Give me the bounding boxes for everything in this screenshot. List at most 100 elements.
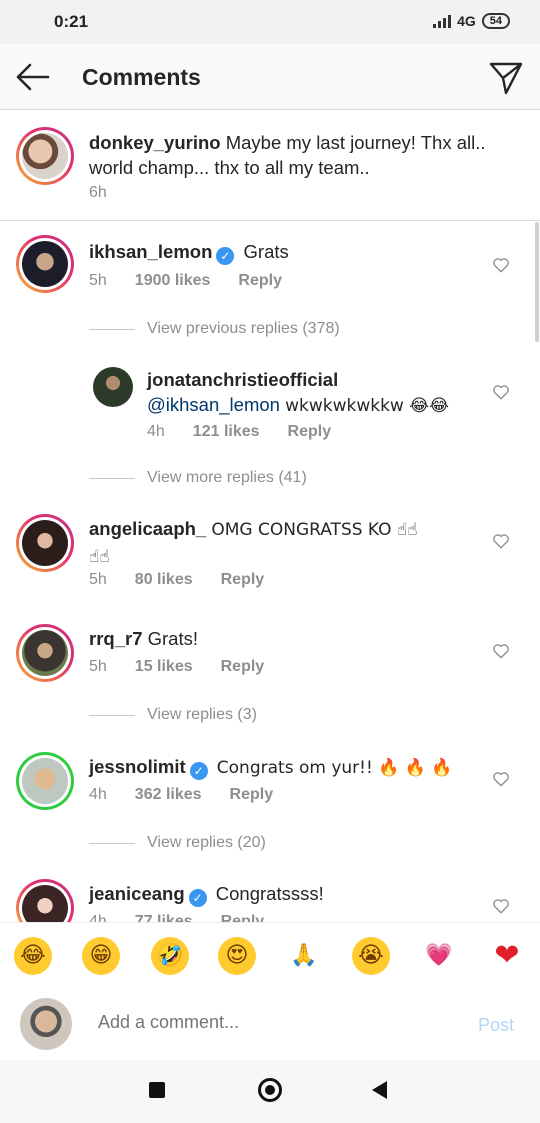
avatar[interactable]	[93, 367, 133, 407]
back-arrow-icon[interactable]	[14, 61, 50, 93]
back-icon[interactable]	[372, 1081, 387, 1099]
reply-button[interactable]: Reply	[288, 423, 332, 441]
comment-body: Grats	[243, 241, 289, 262]
likes-count[interactable]: 121 likes	[193, 423, 260, 441]
reply-button[interactable]: Reply	[221, 658, 265, 676]
comment-username[interactable]: jeaniceang	[89, 883, 185, 904]
status-icons: 4G 54	[433, 13, 510, 29]
heart-icon[interactable]	[492, 642, 510, 660]
view-previous-replies-label: View previous replies (378)	[147, 320, 340, 337]
divider	[89, 477, 135, 479]
network-type: 4G	[457, 13, 476, 29]
likes-count[interactable]: 15 likes	[135, 658, 193, 676]
likes-count[interactable]: 1900 likes	[135, 272, 211, 290]
caption-time: 6h	[89, 184, 107, 201]
emoji-pray-icon[interactable]: 🙏	[285, 937, 323, 975]
divider	[89, 714, 135, 716]
likes-count[interactable]: 77 likes	[135, 913, 193, 922]
comment-text: ikhsan_lemon ✓ Grats	[89, 239, 289, 265]
heart-icon[interactable]	[492, 383, 510, 401]
verified-badge-icon: ✓	[188, 889, 207, 907]
comment-body: wkwkwkwkkw 😂😂	[285, 396, 449, 416]
heart-icon[interactable]	[492, 897, 510, 915]
reply-button[interactable]: Reply	[238, 272, 282, 290]
comment-input[interactable]	[98, 1012, 458, 1033]
view-replies-label: View replies (3)	[147, 706, 257, 723]
emoji-heart-eyes-icon[interactable]: 😍	[218, 937, 256, 975]
view-replies[interactable]: View replies (20)	[89, 834, 266, 852]
comment-username[interactable]: ikhsan_lemon	[89, 241, 212, 262]
status-time: 0:21	[54, 12, 89, 31]
comment-username[interactable]: jonatanchristieofficial	[147, 369, 338, 390]
reply-button[interactable]: Reply	[230, 786, 274, 804]
heart-icon[interactable]	[492, 770, 510, 788]
battery-icon: 54	[481, 13, 510, 29]
comment-body: OMG CONGRATSS KO ☝☝	[211, 520, 418, 540]
status-bar: 0:21 4G 54	[0, 0, 540, 44]
comment-username[interactable]: jessnolimit	[89, 756, 186, 777]
comments-list: donkey_yurino Maybe my last journey! Thx…	[0, 110, 540, 922]
divider	[89, 328, 135, 330]
reply-button[interactable]: Reply	[221, 571, 265, 589]
emoji-pink-heart-icon[interactable]: 💗	[420, 937, 458, 975]
recents-icon[interactable]	[149, 1082, 165, 1098]
mention-link[interactable]: @ikhsan_lemon	[147, 394, 280, 415]
comment-username[interactable]: angelicaaph_	[89, 518, 206, 539]
signal-icon	[433, 14, 452, 28]
comment-meta: 4h 77 likes Reply	[89, 913, 264, 922]
navigation-bar	[0, 1060, 540, 1123]
comment-text: jessnolimit ✓ Congrats om yur!! 🔥 🔥 🔥	[89, 754, 452, 781]
comment-body-continued: ☝☝	[89, 547, 110, 567]
view-replies-label: View replies (20)	[147, 834, 266, 851]
avatar[interactable]	[16, 127, 74, 185]
emoji-crying-icon[interactable]: 😭	[352, 937, 390, 975]
comment-time: 5h	[89, 658, 107, 675]
comment-meta: 5h 15 likes Reply	[89, 658, 264, 676]
post-button[interactable]: Post	[478, 1015, 514, 1036]
likes-count[interactable]: 80 likes	[135, 571, 193, 589]
divider	[89, 842, 135, 844]
comment-meta: 4h 362 likes Reply	[89, 786, 273, 804]
avatar[interactable]	[16, 752, 74, 810]
view-replies[interactable]: View replies (3)	[89, 706, 257, 724]
view-previous-replies[interactable]: View previous replies (378)	[89, 320, 340, 338]
caption: donkey_yurino Maybe my last journey! Thx…	[0, 110, 540, 221]
caption-text: donkey_yurino Maybe my last journey! Thx…	[89, 130, 509, 180]
emoji-rofl-icon[interactable]: 🤣	[151, 937, 189, 975]
view-more-replies[interactable]: View more replies (41)	[89, 469, 307, 487]
comment-text: rrq_r7 Grats!	[89, 626, 198, 651]
view-more-replies-label: View more replies (41)	[147, 469, 307, 486]
comment-time: 4h	[147, 423, 165, 440]
caption-username[interactable]: donkey_yurino	[89, 132, 221, 153]
heart-icon[interactable]	[492, 256, 510, 274]
home-icon[interactable]	[258, 1078, 282, 1102]
comment-meta: 5h 1900 likes Reply	[89, 272, 282, 290]
page-title: Comments	[82, 64, 201, 90]
reply-button[interactable]: Reply	[221, 913, 265, 922]
emoji-bar: 😂 😁 🤣 😍 🙏 😭 💗 ❤	[0, 922, 540, 990]
emoji-tears-of-joy-icon[interactable]: 😂	[14, 937, 52, 975]
caption-meta: 6h	[89, 184, 107, 202]
avatar[interactable]	[16, 879, 74, 922]
comment-text: jeaniceang ✓ Congratssss!	[89, 881, 324, 907]
send-icon[interactable]	[488, 60, 524, 96]
emoji-grin-icon[interactable]: 😁	[82, 937, 120, 975]
comment-meta: 4h 121 likes Reply	[147, 423, 331, 441]
comment-time: 4h	[89, 913, 107, 922]
avatar[interactable]	[16, 514, 74, 572]
avatar	[20, 998, 72, 1050]
comment-time: 5h	[89, 571, 107, 588]
comment-time: 4h	[89, 786, 107, 803]
heart-icon[interactable]	[492, 532, 510, 550]
comment-body: Congratssss!	[215, 883, 324, 904]
avatar[interactable]	[16, 624, 74, 682]
likes-count[interactable]: 362 likes	[135, 786, 202, 804]
emoji-red-heart-icon[interactable]: ❤	[488, 937, 526, 975]
comment-text: jonatanchristieofficial @ikhsan_lemon wk…	[147, 367, 477, 419]
comment-body: Grats!	[147, 628, 198, 649]
comment-username[interactable]: rrq_r7	[89, 628, 142, 649]
comment-input-bar: Post	[0, 990, 540, 1060]
comment-meta: 5h 80 likes Reply	[89, 571, 264, 589]
verified-badge-icon: ✓	[216, 247, 235, 265]
avatar[interactable]	[16, 235, 74, 293]
